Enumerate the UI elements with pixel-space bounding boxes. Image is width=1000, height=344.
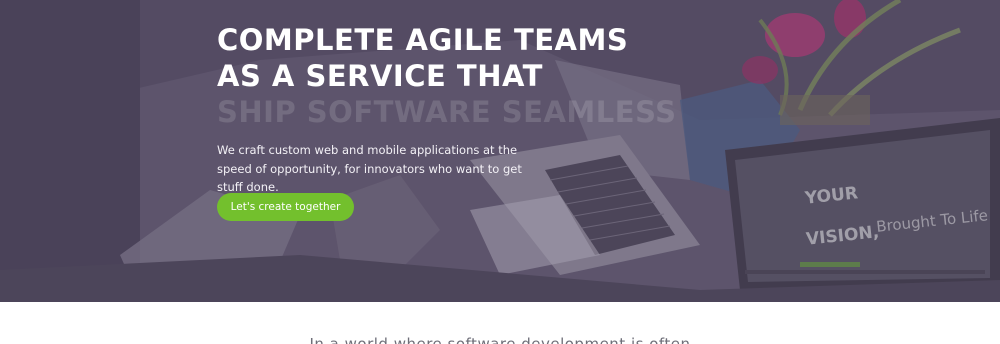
hero-title-line-1: COMPLETE AGILE TEAMS	[217, 23, 629, 57]
hero-section: YOUR VISION, Brought To Life COMPLETE AG…	[0, 0, 1000, 302]
intro-section: In a world where software development is…	[0, 302, 1000, 344]
hero-description: We craft custom web and mobile applicati…	[217, 143, 522, 194]
intro-text: In a world where software development is…	[309, 335, 691, 344]
lets-create-together-button[interactable]: Let's create together	[217, 193, 354, 221]
hero-title-line-3-faded: SHIP SOFTWARE SEAMLESSLY	[217, 95, 677, 124]
hero-title: COMPLETE AGILE TEAMS AS A SERVICE THAT	[217, 22, 677, 94]
hero-title-line-2: AS A SERVICE THAT	[217, 59, 543, 93]
